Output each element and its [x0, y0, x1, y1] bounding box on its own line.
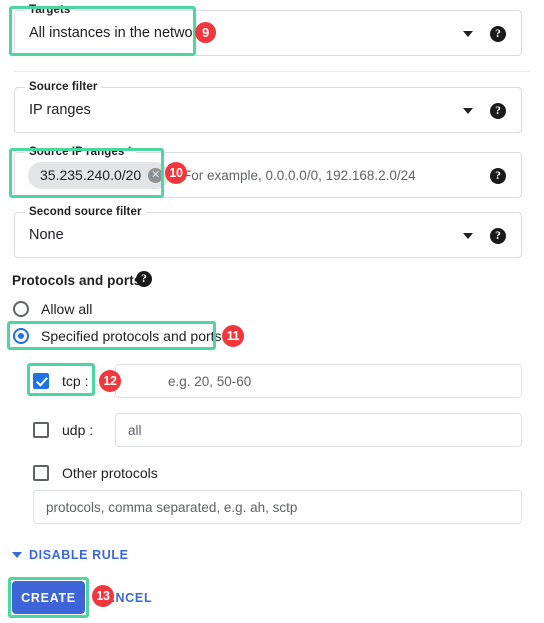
help-circle-icon[interactable]: ? [490, 26, 506, 42]
annotation-badge-12: 12 [99, 370, 121, 392]
checkbox-tcp-label: tcp : [62, 373, 89, 389]
second-source-filter-field[interactable]: Second source filter None ? [14, 206, 522, 258]
disable-rule-label: DISABLE RULE [29, 548, 129, 562]
checkbox-other-protocols-label: Other protocols [62, 465, 158, 481]
checkbox-tcp-row[interactable]: tcp : [33, 370, 88, 392]
chevron-down-icon [12, 552, 22, 558]
help-circle-icon[interactable]: ? [490, 168, 506, 184]
checkbox-udp-row[interactable]: udp : [33, 419, 93, 441]
other-protocols-input[interactable]: protocols, comma separated, e.g. ah, sct… [33, 490, 522, 524]
radio-circle-selected-icon[interactable] [13, 328, 29, 344]
source-ip-range-chip[interactable]: 35.235.240.0/20 ✕ [28, 162, 170, 189]
chevron-down-icon[interactable] [463, 233, 473, 239]
help-circle-icon[interactable]: ? [136, 271, 152, 287]
source-filter-label: Source filter [25, 81, 102, 94]
targets-value: All instances in the network [29, 25, 205, 41]
section-divider [14, 71, 530, 72]
radio-allow-all-label: Allow all [41, 301, 93, 317]
tcp-ports-placeholder: e.g. 20, 50-60 [168, 374, 252, 389]
checkbox-other-protocols-row[interactable]: Other protocols [33, 462, 158, 484]
radio-circle-icon[interactable] [13, 301, 29, 317]
chevron-down-icon[interactable] [463, 108, 473, 114]
radio-specified-protocols-and-ports[interactable]: Specified protocols and ports [13, 325, 222, 347]
other-protocols-placeholder: protocols, comma separated, e.g. ah, sct… [46, 500, 298, 515]
checkbox-udp-label: udp : [62, 422, 94, 438]
second-source-filter-value: None [29, 227, 64, 243]
checkbox-icon[interactable] [33, 465, 49, 481]
source-ip-ranges-placeholder: For example, 0.0.0.0/0, 192.168.2.0/24 [183, 168, 416, 183]
udp-ports-input[interactable]: all [115, 413, 522, 447]
annotation-badge-13: 13 [92, 585, 114, 607]
help-circle-icon[interactable]: ? [490, 103, 506, 119]
checkbox-checked-icon[interactable] [33, 373, 49, 389]
chevron-down-icon[interactable] [463, 31, 473, 37]
radio-allow-all[interactable]: Allow all [13, 298, 92, 320]
create-button[interactable]: CREATE [12, 581, 85, 614]
second-source-filter-label: Second source filter [25, 206, 146, 219]
checkbox-icon[interactable] [33, 422, 49, 438]
source-ip-ranges-label: Source IP ranges * [25, 146, 137, 159]
chip-text: 35.235.240.0/20 [40, 167, 142, 183]
protocols-and-ports-heading: Protocols and ports [12, 273, 142, 288]
help-circle-icon[interactable]: ? [490, 228, 506, 244]
udp-ports-placeholder: all [128, 423, 142, 438]
source-ip-ranges-field[interactable]: Source IP ranges * 35.235.240.0/20 ✕ For… [14, 146, 522, 198]
source-filter-field[interactable]: Source filter IP ranges ? [14, 81, 522, 133]
targets-label: Targets [25, 4, 75, 17]
source-filter-value: IP ranges [29, 102, 91, 118]
tcp-ports-input[interactable]: e.g. 20, 50-60 [115, 364, 522, 398]
annotation-badge-9: 9 [195, 22, 216, 43]
targets-field[interactable]: Targets All instances in the network ? [14, 4, 522, 56]
annotation-badge-11: 11 [222, 325, 244, 347]
disable-rule-link[interactable]: DISABLE RULE [12, 548, 129, 562]
annotation-badge-10: 10 [165, 162, 187, 184]
radio-specified-label: Specified protocols and ports [41, 328, 222, 344]
close-circle-icon[interactable]: ✕ [148, 168, 164, 183]
